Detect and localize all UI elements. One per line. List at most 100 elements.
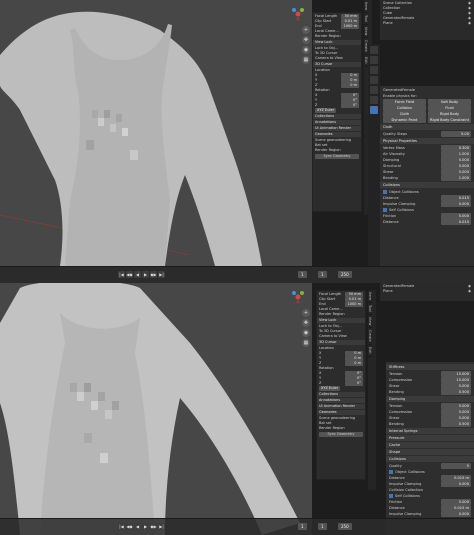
animation-render-header[interactable]: UI Animation Render [317,404,365,409]
rotation-mode-select[interactable]: XYZ Euler [319,386,341,391]
start-frame-field[interactable]: 1 [318,523,327,530]
geonodes-header[interactable]: Geonodes [317,410,365,415]
physics-tab-icon[interactable] [370,106,378,114]
tab-edit[interactable]: Edit [368,345,372,357]
collision-quality-field[interactable]: 5 [441,463,471,469]
bending-field[interactable]: 1.000 [441,175,471,181]
play-icon[interactable]: ▶ [142,523,149,530]
cloth-header[interactable]: Cloth [380,124,474,130]
output-tab-icon[interactable] [370,66,378,74]
render-tab-icon[interactable] [370,56,378,64]
rigid-body-constraint-button[interactable]: Rigid Body Constraint [427,117,471,123]
collections-header[interactable]: Collections [317,392,365,397]
play-reverse-icon[interactable]: ◀ [134,523,141,530]
next-key-icon[interactable]: ◆▶ [150,271,157,278]
tab-view[interactable]: View [368,315,372,329]
scene-tab-icon[interactable] [370,76,378,84]
grid-view-icon[interactable]: ▦ [302,339,310,347]
camera-view-icon[interactable]: ◉ [302,46,310,54]
outliner-row[interactable]: Plane ◉ [383,21,471,26]
cursor-header[interactable]: 3D Cursor [313,62,361,67]
camera-view-icon[interactable]: ◉ [302,329,310,337]
collisions-header[interactable]: Collisions [380,182,474,188]
zoom-icon[interactable]: + [302,26,310,34]
annotations-header[interactable]: Annotations [317,398,365,403]
modifier-tab-icon[interactable] [370,96,378,104]
stiffness-header[interactable]: Stiffness [386,364,474,370]
self-collisions-checkbox[interactable] [383,208,387,212]
camera-to-view-checkbox[interactable]: Camera to View [315,56,343,61]
cache-header[interactable]: Cache [386,442,474,448]
view-lock-header[interactable]: View Lock [313,40,361,45]
jump-end-icon[interactable]: ▶| [158,523,165,530]
rotation-z-field[interactable]: 0° [341,103,359,108]
tab-tool[interactable]: Tool [364,13,368,25]
dynamic-paint-button[interactable]: Dynamic Paint [383,117,426,123]
zoom-icon[interactable]: + [302,309,310,317]
next-key-icon[interactable]: ◆▶ [150,523,157,530]
pressure-header[interactable]: Pressure [386,435,474,441]
tab-create[interactable]: Create [368,328,372,345]
outliner-row[interactable]: Plane ◉ [383,289,471,294]
prev-key-icon[interactable]: ◀◆ [126,523,133,530]
rotation-mode-select[interactable]: XYZ Euler [315,108,337,113]
cursor-z-field[interactable]: 0 m [345,361,363,366]
render-region-checkbox[interactable]: Render Region [315,34,341,39]
self-impulse-field[interactable]: 0.000 [441,511,471,517]
viewport-top[interactable]: + ✥ ◉ ▦ [0,0,312,266]
eye-icon[interactable]: ◉ [468,289,471,294]
render-region-checkbox[interactable]: Render Region [315,148,341,153]
eye-icon[interactable]: ◉ [468,21,471,26]
tab-item[interactable]: Item [364,0,368,13]
tab-view[interactable]: View [364,25,368,39]
pan-icon[interactable]: ✥ [302,36,310,44]
object-collisions-checkbox[interactable] [389,470,393,474]
collections-header[interactable]: Collections [313,114,361,119]
end-frame-field[interactable]: 250 [338,271,352,278]
shape-header[interactable]: Shape [386,449,474,455]
rotation-z-field[interactable]: 0° [345,381,363,386]
animation-render-header[interactable]: UI Animation Render [313,126,361,131]
self-collisions-checkbox[interactable] [389,494,393,498]
camera-to-view-checkbox[interactable]: Camera to View [319,334,347,339]
impulse-field[interactable]: 0.000 [441,481,471,487]
end-frame-field[interactable]: 250 [338,523,352,530]
tab-item[interactable]: Item [368,290,372,303]
prev-key-icon[interactable]: ◀◆ [126,271,133,278]
clip-end-field[interactable]: 1000 m [345,302,363,307]
impulse-field[interactable]: 0.000 [441,201,471,207]
jump-end-icon[interactable]: ▶| [158,271,165,278]
sync-geometry-button[interactable]: Sync Geometry [319,432,363,437]
physical-properties-header[interactable]: Physical Properties [380,138,474,144]
cursor-header[interactable]: 3D Cursor [317,340,365,345]
annotations-header[interactable]: Annotations [313,120,361,125]
cursor-z-field[interactable]: 0 m [341,83,359,88]
current-frame-field[interactable]: 1 [298,523,307,530]
jump-start-icon[interactable]: |◀ [118,523,125,530]
quality-field[interactable]: 5.00 [441,131,471,137]
render-region-checkbox[interactable]: Render Region [319,312,345,317]
object-collisions-checkbox[interactable] [383,190,387,194]
view-lock-header[interactable]: View Lock [317,318,365,323]
play-reverse-icon[interactable]: ◀ [134,271,141,278]
jump-start-icon[interactable]: |◀ [118,271,125,278]
damping-bending-field[interactable]: 0.500 [441,421,471,427]
internal-springs-header[interactable]: Internal Springs [386,428,474,434]
start-frame-field[interactable]: 1 [318,271,327,278]
navigation-gizmo[interactable] [290,289,306,305]
pan-icon[interactable]: ✥ [302,319,310,327]
grid-view-icon[interactable]: ▦ [302,56,310,64]
current-frame-field[interactable]: 1 [298,271,307,278]
play-icon[interactable]: ▶ [142,271,149,278]
collisions-header[interactable]: Collisions [386,456,474,462]
viewport-bottom[interactable]: + ✥ ◉ ▦ [0,283,312,535]
self-distance-field[interactable]: 0.015 [441,219,471,225]
clip-end-field[interactable]: 1000 m [341,24,359,29]
damping-header[interactable]: Damping [386,396,474,402]
object-tab-icon[interactable] [370,86,378,94]
bending-field[interactable]: 0.500 [441,389,471,395]
render-region-checkbox[interactable]: Render Region [319,426,345,431]
tab-tool[interactable]: Tool [368,303,372,315]
geonodes-header[interactable]: Geonodes [313,132,361,137]
sync-geometry-button[interactable]: Sync Geometry [315,154,359,159]
